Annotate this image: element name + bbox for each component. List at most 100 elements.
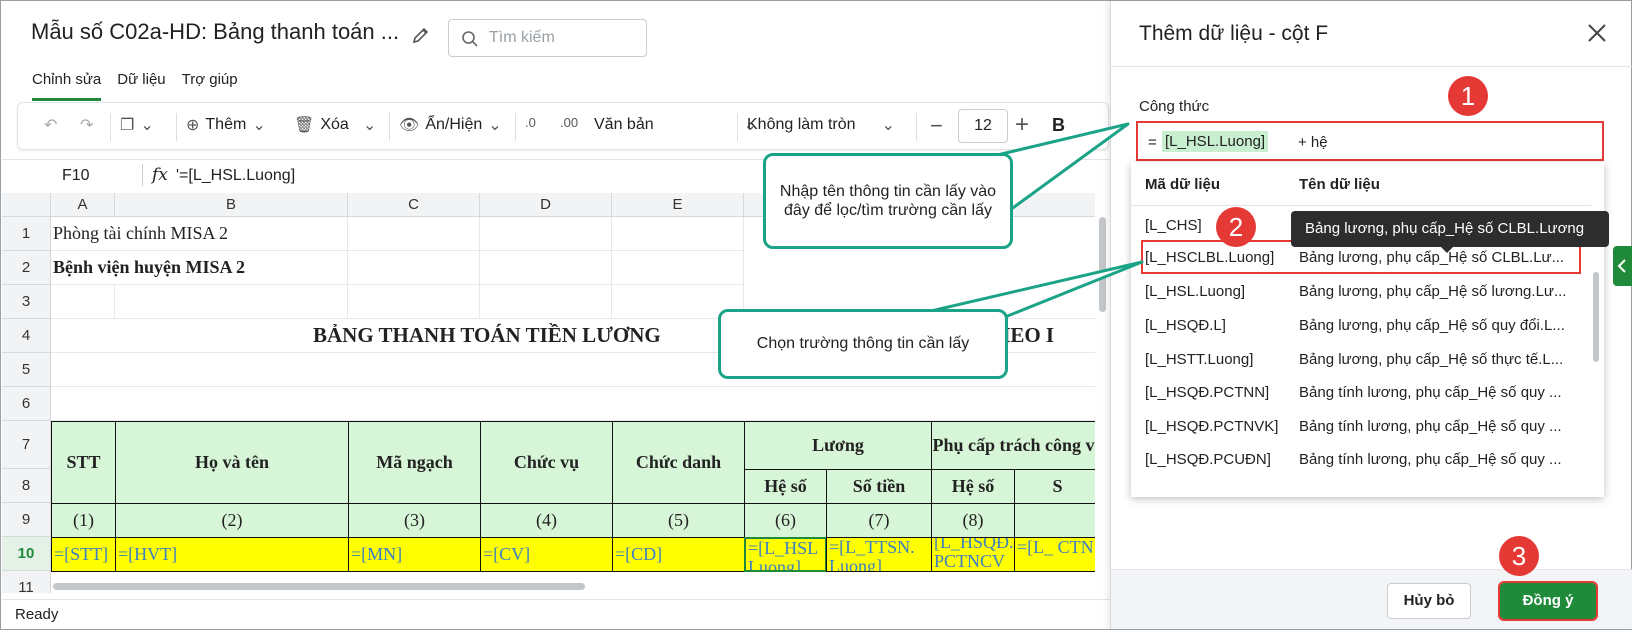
header-title[interactable]: Chức danh [612, 421, 745, 504]
formula-input[interactable]: '=[L_HSL.Luong] [176, 167, 295, 185]
menu-help[interactable]: Trợ giúp [182, 71, 238, 101]
font-decrease-button[interactable]: − [930, 113, 943, 139]
col-number[interactable]: (5) [612, 503, 745, 538]
corner-cell[interactable] [2, 193, 51, 217]
cancel-button[interactable]: Hủy bỏ [1387, 583, 1471, 619]
header-position[interactable]: Chức vụ [480, 421, 613, 504]
header-coefficient[interactable]: Hệ số [744, 469, 827, 504]
col-number[interactable]: (7) [826, 503, 932, 538]
font-size-input[interactable]: 12 [958, 109, 1008, 143]
cell[interactable] [348, 251, 480, 285]
formula-input[interactable]: = [L_HSL.Luong] + hệ [1136, 121, 1604, 161]
formula-cell[interactable]: =[L_TTSN. Luong] [826, 537, 932, 572]
row-header[interactable]: 7 [2, 421, 51, 469]
ok-button[interactable]: Đồng ý [1498, 581, 1598, 621]
cell-a2[interactable]: Bệnh viện huyện MISA 2 [51, 251, 348, 285]
row-header[interactable]: 4 [2, 319, 51, 353]
formula-cell[interactable]: =[L_HSQĐ. PCTNCV [931, 537, 1015, 572]
cell-a1[interactable]: Phòng tài chính MISA 2 [51, 217, 348, 251]
header-coefficient-2[interactable]: Hệ số [931, 469, 1015, 504]
row-header[interactable]: 3 [2, 285, 51, 319]
column-header-d[interactable]: D [480, 193, 612, 217]
empty-row[interactable] [51, 387, 1095, 421]
rounding-select[interactable]: Không làm tròn ⌄ [747, 115, 895, 135]
cell[interactable] [480, 251, 612, 285]
row-header-selected[interactable]: 10 [2, 537, 51, 571]
callout-filter-hint: Nhập tên thông tin cần lấy vào đây để lọ… [763, 153, 1013, 249]
col-number[interactable]: (1) [51, 503, 116, 538]
dropdown-scrollbar[interactable] [1593, 272, 1599, 362]
column-header-b[interactable]: B [115, 193, 348, 217]
formula-cell-selected[interactable]: =[L_HSL Luong] [744, 537, 827, 572]
vertical-scrollbar[interactable] [1095, 215, 1109, 595]
cell[interactable] [51, 285, 115, 319]
delete-button[interactable]: 🗑 Xóa [294, 115, 349, 135]
col-number[interactable]: (2) [115, 503, 349, 538]
redo-icon[interactable]: ↷ [80, 115, 93, 135]
spreadsheet-grid[interactable]: A B C D E 1 2 3 4 5 6 7 8 9 10 11 Phòng … [2, 193, 1095, 593]
item-code: [L_CHS] [1145, 217, 1202, 234]
pencil-icon[interactable] [411, 25, 431, 45]
copy-button[interactable]: ❐ ⌄ [120, 115, 154, 135]
row-header[interactable]: 5 [2, 353, 51, 387]
search-input[interactable]: Tìm kiếm [448, 19, 647, 57]
row-header[interactable]: 2 [2, 251, 51, 285]
row-header[interactable]: 9 [2, 503, 51, 537]
row-header[interactable]: 8 [2, 469, 51, 503]
header-full-name[interactable]: Họ và tên [115, 421, 349, 504]
toolbar-divider [737, 113, 738, 141]
header-s[interactable]: S [1014, 469, 1095, 504]
list-item[interactable]: [L_HSQĐ.PCUĐN] Bảng tính lương, phụ cấp_… [1131, 442, 1591, 476]
header-amount[interactable]: Số tiền [826, 469, 932, 504]
col-number[interactable]: (8) [931, 503, 1015, 538]
row-header[interactable]: 1 [2, 217, 51, 251]
formula-token[interactable]: [L_HSL.Luong] [1162, 131, 1269, 152]
col-number[interactable]: (4) [480, 503, 613, 538]
formula-cell[interactable]: =[L_ CTN [1014, 537, 1095, 572]
col-number[interactable]: (6) [744, 503, 827, 538]
formula-cell-mn[interactable]: =[MN] [348, 537, 481, 572]
add-button[interactable]: ⊕ Thêm ⌄ [186, 115, 266, 135]
list-item[interactable]: [L_HSTT.Luong] Bảng lương, phụ cấp_Hệ số… [1131, 342, 1591, 376]
formula-cell-cv[interactable]: =[CV] [480, 537, 613, 572]
row-header[interactable]: 6 [2, 387, 51, 421]
bold-button[interactable]: B [1052, 115, 1065, 136]
row-header[interactable]: 11 [2, 571, 51, 593]
font-increase-button[interactable]: + [1015, 111, 1029, 139]
col-number[interactable] [1014, 503, 1095, 538]
col-number[interactable]: (3) [348, 503, 481, 538]
list-item[interactable]: [L_HSQĐ.PCTNN] Bảng tính lương, phụ cấp_… [1131, 375, 1591, 409]
cell[interactable] [612, 217, 744, 251]
header-stt[interactable]: STT [51, 421, 116, 504]
list-item[interactable]: [L_HSL.Luong] Bảng lương, phụ cấp_Hệ số … [1131, 274, 1591, 308]
list-item[interactable]: [L_HSQĐ.PCTNVK] Bảng tính lương, phụ cấp… [1131, 409, 1591, 443]
formula-cell-cd[interactable]: =[CD] [612, 537, 745, 572]
cell[interactable] [115, 285, 348, 319]
menu-edit[interactable]: Chỉnh sửa [32, 71, 102, 101]
cell[interactable] [480, 285, 612, 319]
close-icon[interactable] [1587, 23, 1607, 43]
horizontal-scrollbar[interactable] [53, 581, 1095, 591]
show-hide-button[interactable]: 👁 Ẩn/Hiện ⌄ [399, 115, 502, 135]
column-header-e[interactable]: E [612, 193, 744, 217]
cell-reference[interactable]: F10 [62, 167, 90, 185]
column-header-a[interactable]: A [51, 193, 115, 217]
menu-data[interactable]: Dữ liệu [117, 71, 165, 101]
cell[interactable] [348, 217, 480, 251]
side-panel-toggle[interactable] [1613, 246, 1632, 286]
undo-icon[interactable]: ↶ [44, 115, 57, 135]
list-item[interactable]: [L_HSQĐ.L] Bảng lương, phụ cấp_Hệ số quy… [1131, 308, 1591, 342]
cell[interactable] [480, 217, 612, 251]
decrease-decimal-icon[interactable]: .0 [525, 115, 536, 130]
format-select[interactable]: Văn bản ⌄ [594, 115, 757, 135]
cell[interactable] [348, 285, 480, 319]
header-rank-code[interactable]: Mã ngạch [348, 421, 481, 504]
header-salary[interactable]: Lương [744, 421, 932, 470]
cell[interactable] [612, 251, 744, 285]
header-allowance[interactable]: Phụ cấp trách công vi [931, 421, 1095, 470]
increase-decimal-icon[interactable]: .00 [560, 115, 578, 130]
formula-cell-stt[interactable]: =[STT] [51, 537, 116, 572]
delete-dropdown[interactable]: ⌄ [363, 115, 376, 135]
column-header-c[interactable]: C [348, 193, 480, 217]
formula-cell-hvt[interactable]: =[HVT] [115, 537, 349, 572]
